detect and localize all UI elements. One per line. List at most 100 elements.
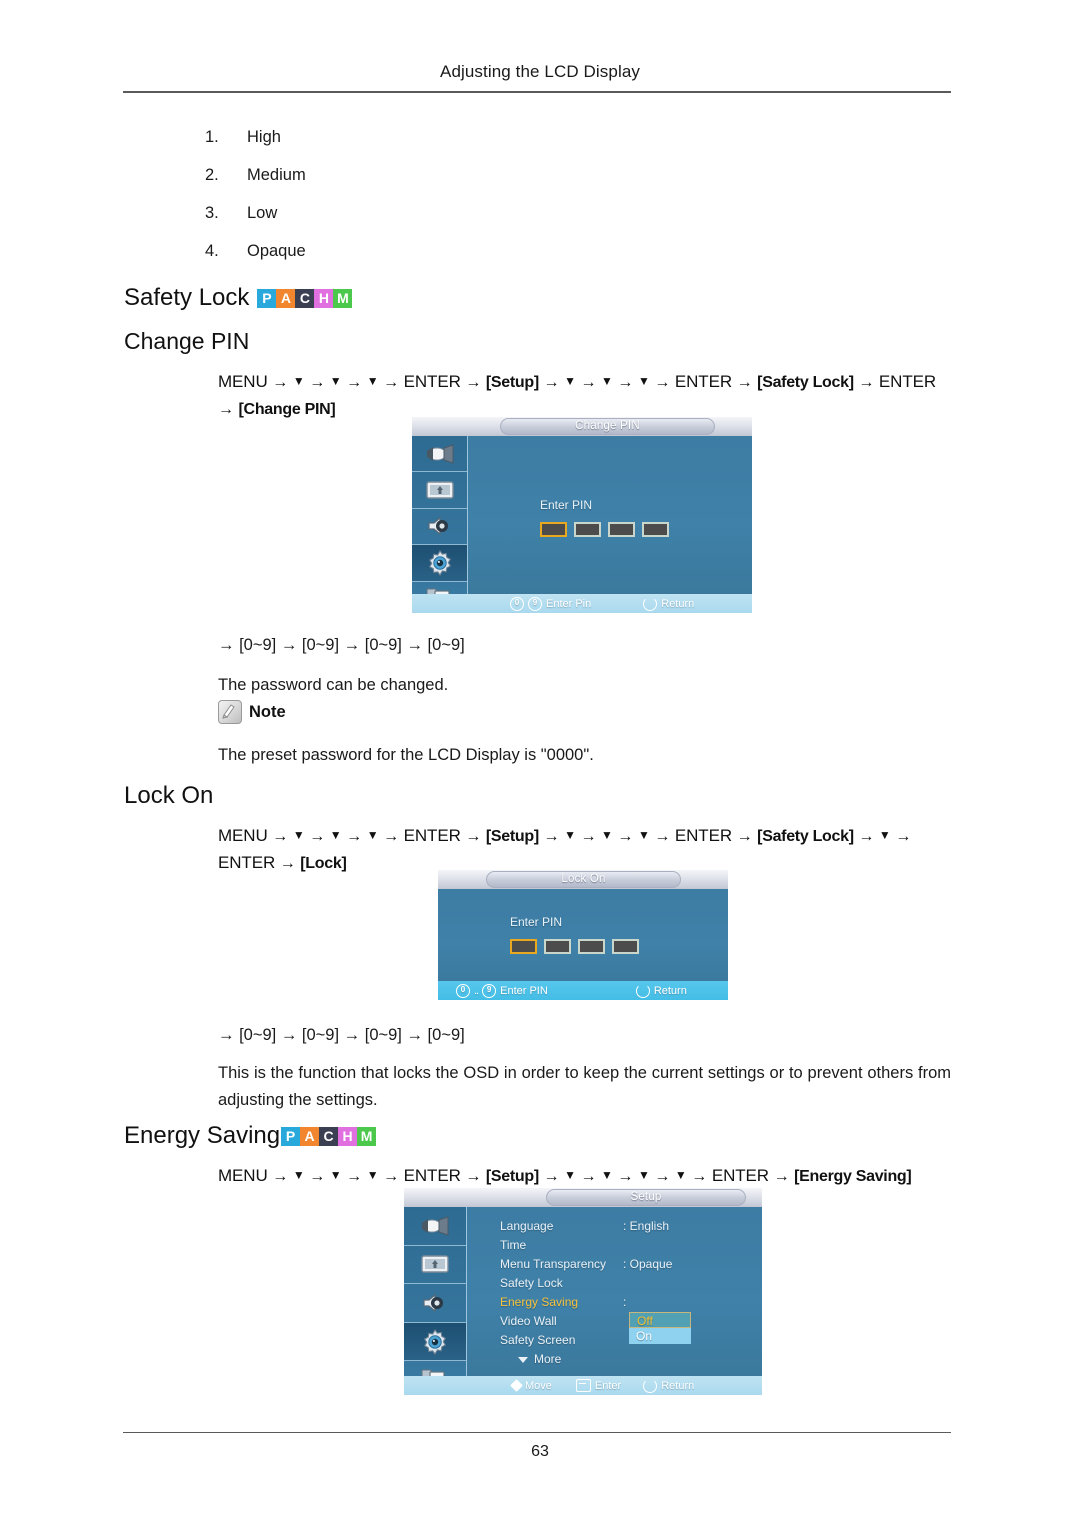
badge-h: H [314,288,334,308]
menu-token: → [858,828,875,845]
return-arrow-icon [643,596,658,611]
sidebar-item-input[interactable] [412,436,467,473]
setup-row-menu-transparency[interactable]: Menu Transparency : Opaque [500,1255,672,1274]
osd-title-bar: Lock On [438,870,728,889]
return-arrow-icon [635,983,650,998]
dropdown-option-on[interactable]: On [629,1328,691,1344]
setup-row-name: Time [500,1238,527,1252]
menu-token: ENTER [403,372,461,391]
menu-token: ▼ [292,828,305,842]
badge-p: P [257,288,277,308]
menu-token: ▼ [329,1168,342,1182]
menu-token: → [654,828,671,845]
menu-token: → [654,374,671,391]
menu-token: → [895,828,912,845]
sidebar-item-sound[interactable] [412,509,467,546]
menu-token: [Setup] [485,1168,539,1185]
menu-token: ENTER [711,1166,769,1185]
move-diamond-icon [510,1379,523,1392]
sound-icon [423,1293,443,1313]
footer-move: Move [510,1379,552,1392]
pachm-badges-energy-saving: PACHM [281,1126,377,1146]
setup-row-language[interactable]: Language : English [500,1217,672,1236]
menu-token: → [736,828,753,845]
menu-token: ▼ [601,828,613,842]
menu-token: [Setup] [485,828,539,845]
input-source-icon [426,443,453,464]
heading-lock-on: Lock On [124,782,213,810]
menu-token: → [858,374,875,391]
pin-entry-boxes[interactable] [510,939,646,954]
menu-token: → [279,855,296,872]
sidebar-item-picture[interactable] [404,1246,466,1285]
menu-token: → [617,1168,634,1185]
sidebar-item-input[interactable] [404,1207,466,1246]
footer-enter-pin-label: Enter PIN [500,984,548,997]
osd-setup-panel: Setup Language: English Time Menu Trans… [404,1188,762,1395]
osd-title-bar: Setup [404,1188,762,1207]
header-divider [123,91,951,93]
osd-sidebar [404,1207,467,1395]
gear-setup-icon [428,549,451,576]
osd-footer: 0 .. 9 Enter PIN Return [438,981,728,1000]
menu-token: → [383,374,399,391]
pin-box-4[interactable] [612,939,639,954]
osd-title-bar: Change PIN [412,417,752,436]
menu-token: → [346,828,363,845]
dropdown-option-off[interactable]: Off [629,1312,691,1328]
menu-token: → [736,374,753,391]
menu-token: ▼ [366,374,379,388]
badge-m: M [357,1126,377,1146]
note-block: Note [218,700,286,724]
menu-token: ▼ [366,828,379,842]
menu-token: ▼ [637,1168,650,1182]
osd-sidebar [412,436,468,613]
setup-row-time[interactable]: Time [500,1236,672,1255]
note-text-change-pin: The preset password for the LCD Display … [218,746,594,764]
pin-box-4[interactable] [642,522,669,537]
sidebar-item-sound[interactable] [404,1284,466,1323]
sidebar-item-setup[interactable] [404,1322,466,1362]
menu-token: → [580,374,597,391]
menu-token: → [543,1168,560,1185]
pin-box-1[interactable] [510,939,537,954]
setup-row-safety-lock[interactable]: Safety Lock [500,1274,672,1293]
sound-icon [427,517,448,536]
range-line-lock-on: → [0~9] → [0~9] → [0~9] → [0~9] [218,1026,465,1044]
menu-token: [Lock] [300,855,347,872]
list-item-label: High [247,128,281,146]
transparency-options-list: 1. High 2. Medium 3. Low 4. Opaque [205,128,306,280]
footer-divider [123,1432,951,1433]
menu-token: MENU [218,1166,268,1185]
pin-box-2[interactable] [574,522,601,537]
list-item: 2. Medium [205,166,306,204]
document-page: Adjusting the LCD Display 1. High 2. Med… [0,0,1080,1527]
menu-token: ▼ [637,374,650,388]
setup-row-energy-saving[interactable]: Energy Saving : [500,1293,672,1312]
osd-title: Change PIN [500,418,715,435]
digit-range-dots: .. [474,984,479,997]
setup-row-more[interactable]: More [500,1350,672,1369]
menu-token: → [346,374,363,391]
pin-box-3[interactable] [578,939,605,954]
input-source-icon [422,1216,449,1236]
menu-token: MENU [218,826,268,845]
pin-entry-boxes[interactable] [540,522,676,537]
footer-enter: Enter [575,1379,621,1392]
menu-token: ▼ [329,828,342,842]
range-line-change-pin: → [0~9] → [0~9] → [0~9] → [0~9] [218,636,465,654]
pin-box-3[interactable] [608,522,635,537]
menu-token: ▼ [601,1168,613,1182]
energy-saving-dropdown[interactable]: Off On [629,1312,691,1344]
setup-row-name: Language [500,1219,554,1233]
sidebar-item-setup[interactable] [412,545,467,582]
description-lock-on: This is the function that locks the OSD … [218,1064,951,1109]
menu-token: → [272,828,289,845]
osd-footer: 0 9 Enter Pin Return [412,594,752,613]
setup-row-name: Energy Saving [500,1295,579,1309]
pin-box-1[interactable] [540,522,567,537]
pin-box-2[interactable] [544,939,571,954]
digit-0-key-icon: 0 [510,596,524,611]
sidebar-item-picture[interactable] [412,472,467,509]
heading-safety-lock: Safety Lock PACHM [124,284,353,312]
